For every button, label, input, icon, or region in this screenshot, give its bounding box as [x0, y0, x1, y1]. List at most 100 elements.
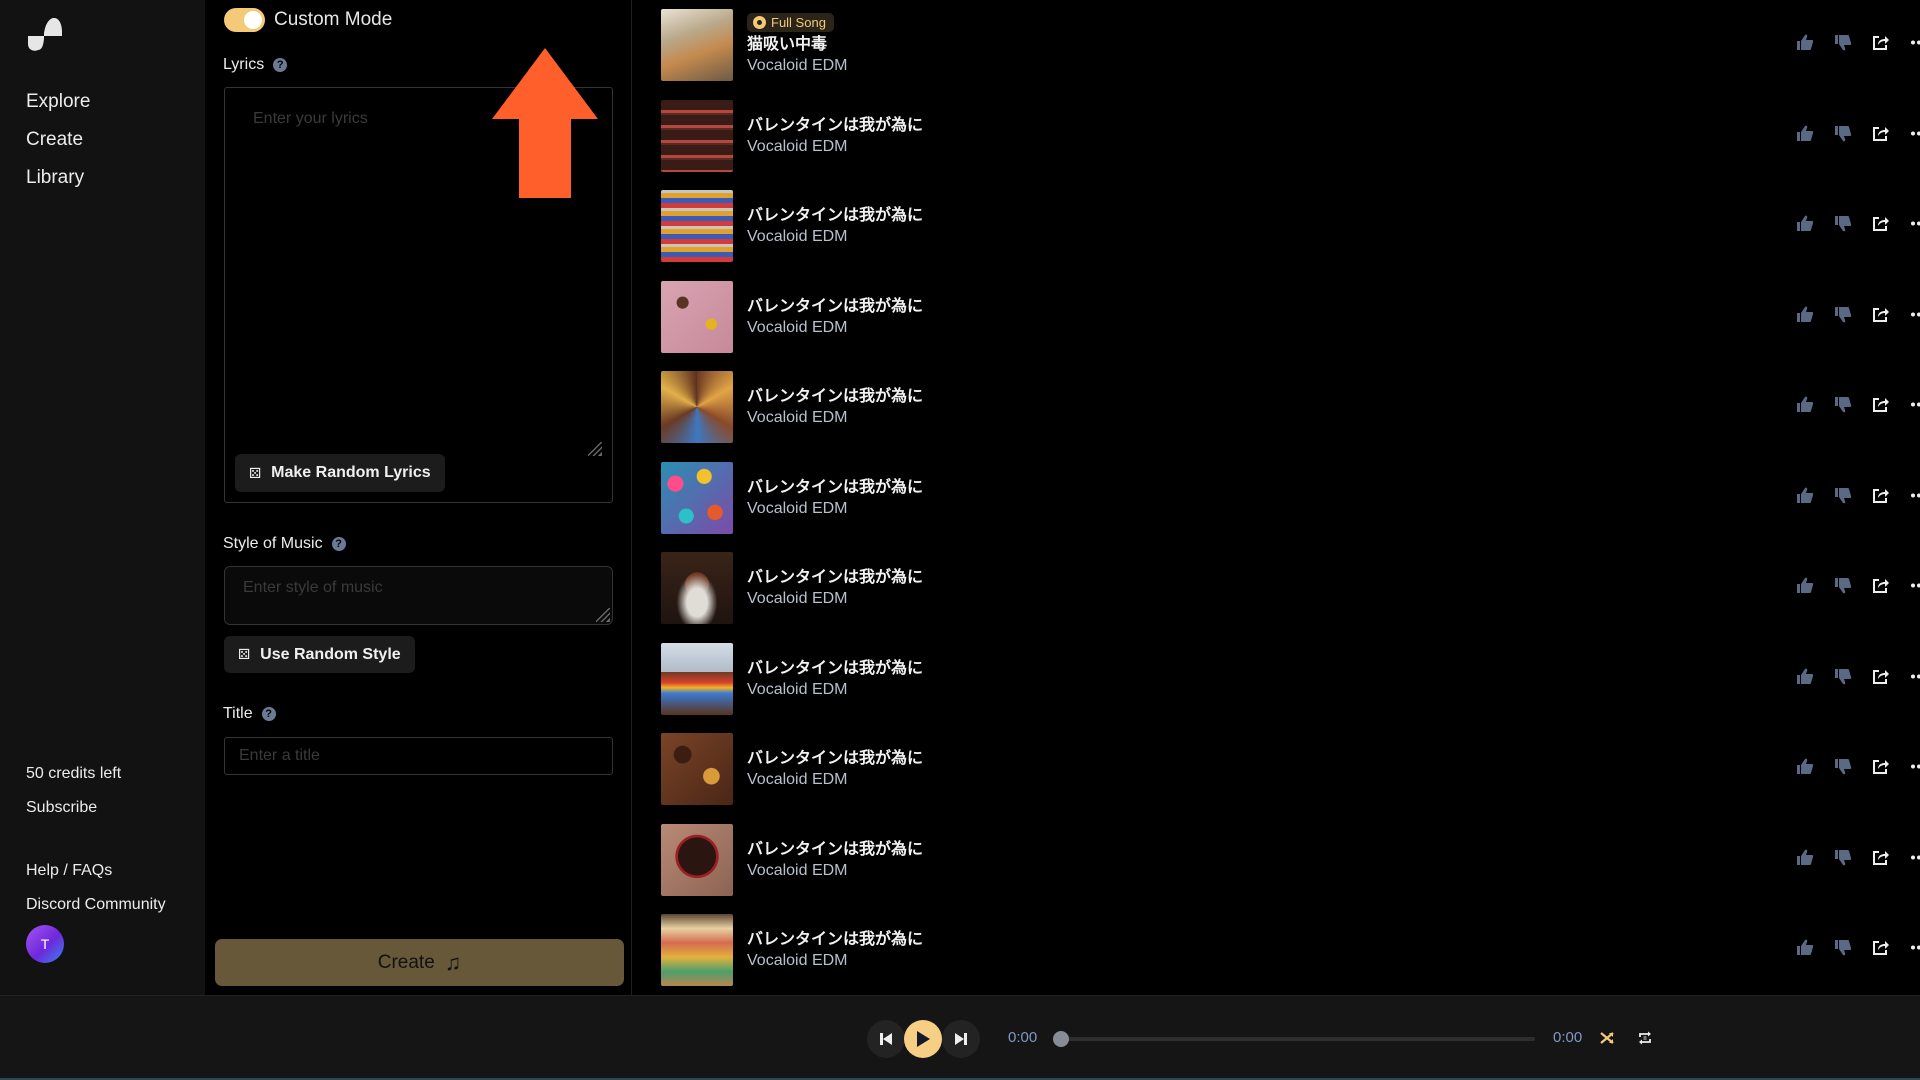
title-help-icon[interactable]: ?: [261, 707, 276, 721]
song-title[interactable]: 猫吸い中毒: [747, 33, 848, 55]
thumbs-up-button[interactable]: [1786, 395, 1824, 419]
thumbs-up-button[interactable]: [1786, 486, 1824, 510]
thumbs-up-button[interactable]: [1786, 757, 1824, 781]
previous-button[interactable]: [867, 1020, 905, 1058]
subscribe-link[interactable]: Subscribe: [26, 798, 166, 818]
song-thumbnail[interactable]: [661, 190, 733, 262]
song-row[interactable]: バレンタインは我が為に Vocaloid EDM: [661, 733, 1920, 805]
nav-explore[interactable]: Explore: [26, 90, 90, 128]
share-button[interactable]: [1862, 848, 1900, 872]
thumbs-down-button[interactable]: [1824, 486, 1862, 510]
song-title[interactable]: バレンタインは我が為に: [747, 204, 923, 226]
more-button[interactable]: [1900, 667, 1920, 691]
more-button[interactable]: [1900, 214, 1920, 238]
thumbs-down-button[interactable]: [1824, 576, 1862, 600]
share-button[interactable]: [1862, 214, 1900, 238]
lyrics-resize-handle[interactable]: [588, 442, 602, 456]
make-random-lyrics-button[interactable]: ⚄ Make Random Lyrics: [235, 454, 445, 492]
share-button[interactable]: [1862, 757, 1900, 781]
repeat-button[interactable]: [1635, 1028, 1655, 1048]
style-of-music-input[interactable]: [225, 567, 612, 624]
song-title[interactable]: バレンタインは我が為に: [747, 928, 923, 950]
discord-community-link[interactable]: Discord Community: [26, 895, 166, 915]
share-button[interactable]: [1862, 486, 1900, 510]
song-title[interactable]: バレンタインは我が為に: [747, 114, 923, 136]
more-button[interactable]: [1900, 486, 1920, 510]
create-button[interactable]: Create ♫: [215, 939, 624, 986]
thumbs-up-button[interactable]: [1786, 667, 1824, 691]
thumbs-down-button[interactable]: [1824, 33, 1862, 57]
more-button[interactable]: [1900, 576, 1920, 600]
more-button[interactable]: [1900, 33, 1920, 57]
use-random-style-button[interactable]: ⚄ Use Random Style: [224, 636, 415, 673]
song-row[interactable]: バレンタインは我が為に Vocaloid EDM: [661, 914, 1920, 986]
nav-library[interactable]: Library: [26, 166, 90, 204]
more-button[interactable]: [1900, 757, 1920, 781]
style-resize-handle[interactable]: [596, 608, 610, 622]
song-title[interactable]: バレンタインは我が為に: [747, 295, 923, 317]
shuffle-button[interactable]: [1597, 1028, 1617, 1048]
more-button[interactable]: [1900, 848, 1920, 872]
custom-mode-toggle[interactable]: [224, 8, 265, 32]
share-button[interactable]: [1862, 305, 1900, 329]
play-button[interactable]: [904, 1020, 942, 1058]
title-input[interactable]: [224, 737, 613, 775]
song-row[interactable]: Full Song 猫吸い中毒 Vocaloid EDM: [661, 9, 1920, 81]
progress-knob[interactable]: [1053, 1031, 1069, 1047]
thumbs-down-button[interactable]: [1824, 938, 1862, 962]
song-thumbnail[interactable]: [661, 461, 733, 534]
more-button[interactable]: [1900, 124, 1920, 148]
song-thumbnail[interactable]: [661, 552, 733, 624]
song-title[interactable]: バレンタインは我が為に: [747, 747, 923, 769]
song-row[interactable]: バレンタインは我が為に Vocaloid EDM: [661, 280, 1920, 353]
thumbs-down-button[interactable]: [1824, 305, 1862, 329]
song-row[interactable]: バレンタインは我が為に Vocaloid EDM: [661, 823, 1920, 896]
thumbs-up-button[interactable]: [1786, 938, 1824, 962]
song-row[interactable]: バレンタインは我が為に Vocaloid EDM: [661, 642, 1920, 715]
share-button[interactable]: [1862, 667, 1900, 691]
thumbs-down-button[interactable]: [1824, 214, 1862, 238]
thumbs-up-button[interactable]: [1786, 305, 1824, 329]
thumbs-down-button[interactable]: [1824, 395, 1862, 419]
more-button[interactable]: [1900, 305, 1920, 329]
lyrics-help-icon[interactable]: ?: [273, 58, 288, 72]
help-faqs-link[interactable]: Help / FAQs: [26, 861, 166, 881]
song-row[interactable]: バレンタインは我が為に Vocaloid EDM: [661, 461, 1920, 534]
song-thumbnail[interactable]: [661, 733, 733, 805]
song-title[interactable]: バレンタインは我が為に: [747, 838, 923, 860]
song-title[interactable]: バレンタインは我が為に: [747, 657, 923, 679]
thumbs-down-button[interactable]: [1824, 667, 1862, 691]
song-thumbnail[interactable]: [661, 914, 733, 986]
logo-icon[interactable]: [26, 16, 64, 52]
song-row[interactable]: バレンタインは我が為に Vocaloid EDM: [661, 190, 1920, 262]
song-thumbnail[interactable]: [661, 280, 733, 353]
song-row[interactable]: バレンタインは我が為に Vocaloid EDM: [661, 371, 1920, 443]
thumbs-up-button[interactable]: [1786, 33, 1824, 57]
song-row[interactable]: バレンタインは我が為に Vocaloid EDM: [661, 552, 1920, 624]
song-thumbnail[interactable]: [661, 642, 733, 715]
song-thumbnail[interactable]: [661, 99, 733, 172]
song-title[interactable]: バレンタインは我が為に: [747, 566, 923, 588]
share-button[interactable]: [1862, 124, 1900, 148]
share-button[interactable]: [1862, 395, 1900, 419]
song-title[interactable]: バレンタインは我が為に: [747, 476, 923, 498]
more-button[interactable]: [1900, 395, 1920, 419]
thumbs-up-button[interactable]: [1786, 124, 1824, 148]
share-button[interactable]: [1862, 938, 1900, 962]
thumbs-down-button[interactable]: [1824, 848, 1862, 872]
nav-create[interactable]: Create: [26, 128, 90, 166]
thumbs-up-button[interactable]: [1786, 848, 1824, 872]
thumbs-up-button[interactable]: [1786, 576, 1824, 600]
song-thumbnail[interactable]: [661, 823, 733, 896]
progress-slider[interactable]: [1053, 1031, 1535, 1047]
song-thumbnail[interactable]: [661, 9, 733, 81]
style-help-icon[interactable]: ?: [331, 537, 346, 551]
user-avatar[interactable]: T: [26, 925, 64, 963]
song-thumbnail[interactable]: [661, 371, 733, 443]
next-button[interactable]: [942, 1020, 980, 1058]
thumbs-down-button[interactable]: [1824, 124, 1862, 148]
song-title[interactable]: バレンタインは我が為に: [747, 385, 923, 407]
song-row[interactable]: バレンタインは我が為に Vocaloid EDM: [661, 99, 1920, 172]
share-button[interactable]: [1862, 576, 1900, 600]
thumbs-up-button[interactable]: [1786, 214, 1824, 238]
